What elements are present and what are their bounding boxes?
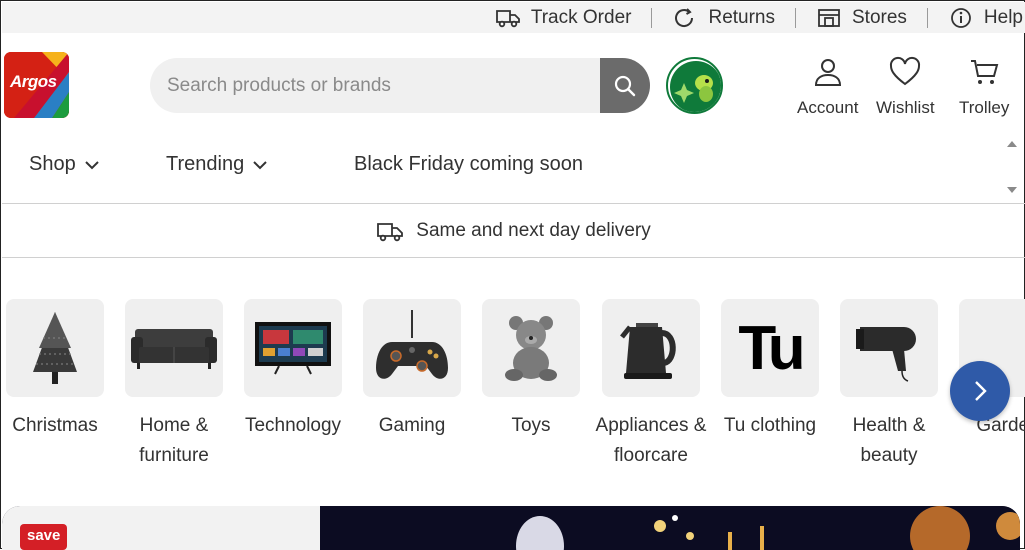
banner-image [320,506,1020,550]
category-label: Tu clothing [723,415,817,436]
category-label: Appliances & floorcare [595,415,707,466]
sofa-image [125,299,223,397]
category-health-beauty[interactable]: Health & beauty [833,299,945,471]
nav-trending[interactable]: Trending [166,153,268,176]
category-technology[interactable]: Technology [237,299,349,441]
category-tu-clothing[interactable]: Tu Tu clothing [714,299,826,441]
user-icon [814,59,841,86]
category-christmas[interactable]: Christmas [0,299,111,441]
track-order-label: Track Order [530,6,632,28]
category-label: Christmas [12,415,98,436]
kettle-image [602,299,700,397]
main-nav: Shop Trending Black Friday coming soon [2,141,1025,193]
info-icon [951,7,971,28]
heart-icon [890,56,921,86]
nectar-badge[interactable] [666,57,723,114]
store-icon [818,8,840,27]
divider [2,257,1025,258]
wishlist-label: Wishlist [876,98,935,117]
nav-shop-label: Shop [29,153,76,175]
delivery-van-icon [495,9,520,27]
track-order-link[interactable]: Track Order [475,2,652,33]
category-label: Home & furniture [139,415,209,466]
category-label: Technology [244,415,342,436]
account-button[interactable]: Account [797,56,858,118]
category-home-furniture[interactable]: Home & furniture [118,299,230,471]
delivery-van-icon [377,222,404,241]
category-label: Gaming [378,415,446,436]
controller-image [363,299,461,397]
save-badge: save [20,524,68,550]
search-icon [614,75,636,96]
tu-logo-image: Tu [721,299,819,397]
nav-scroll-arrows[interactable] [1005,141,1019,203]
trolley-label: Trolley [959,98,1010,117]
returns-label: Returns [708,6,775,28]
hairdryer-image [840,299,938,397]
wishlist-button[interactable]: Wishlist [876,56,935,118]
search-bar [150,58,650,113]
christmas-tree-image [6,299,104,397]
stores-label: Stores [852,6,907,28]
nav-shop[interactable]: Shop [29,153,100,176]
help-label: Help [983,6,1023,28]
argos-logo[interactable]: Argos [4,52,69,118]
returns-icon [675,7,694,27]
teddy-bear-image [482,299,580,397]
nav-trending-label: Trending [166,153,245,175]
promo-banner[interactable]: save [2,506,1020,550]
category-toys[interactable]: Toys [475,299,587,441]
category-appliances[interactable]: Appliances & floorcare [595,299,707,471]
category-label: Health & beauty [852,415,926,466]
help-link[interactable]: Help [928,2,1025,33]
category-gaming[interactable]: Gaming [356,299,468,441]
delivery-banner: Same and next day delivery [2,204,1025,257]
tv-image [244,299,342,397]
nectar-icon [670,61,721,112]
trolley-icon [971,60,999,84]
search-button[interactable] [600,58,650,113]
utility-bar: Track Order Returns Stores Help [2,2,1025,33]
trolley-button[interactable]: Trolley [959,56,1009,118]
category-label: Toys [511,415,551,436]
stores-link[interactable]: Stores [796,2,927,33]
logo-text: Argos [10,72,57,91]
nav-black-friday[interactable]: Black Friday coming soon [354,153,583,176]
search-input[interactable] [150,58,602,113]
delivery-text: Same and next day delivery [416,219,651,241]
account-label: Account [797,98,859,117]
chevron-down-icon [253,160,267,169]
nav-promo-label: Black Friday coming soon [354,153,583,175]
returns-link[interactable]: Returns [652,2,795,33]
chevron-down-icon [85,160,99,169]
carousel-next-button[interactable] [950,361,1010,421]
chevron-right-icon [975,381,987,401]
